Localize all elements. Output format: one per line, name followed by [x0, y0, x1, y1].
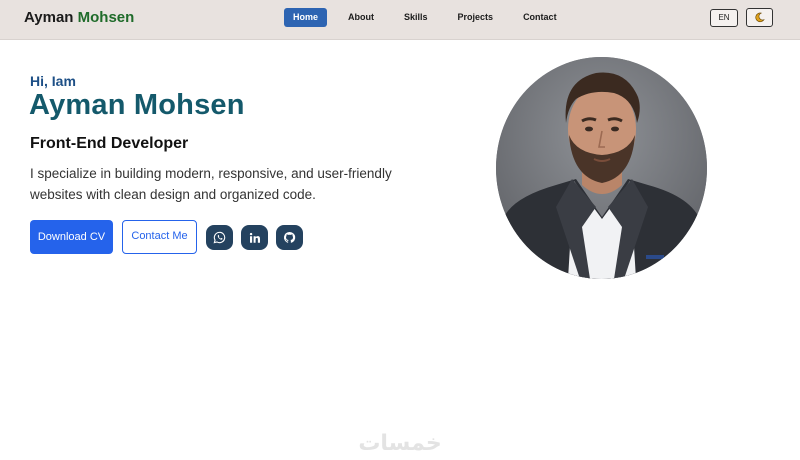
profile-photo: [496, 57, 707, 279]
linkedin-button[interactable]: [241, 225, 268, 250]
whatsapp-icon: [213, 231, 226, 244]
hero-name: Ayman Mohsen: [29, 89, 245, 121]
linkedin-icon: [249, 232, 260, 243]
nav-projects[interactable]: Projects: [449, 8, 503, 27]
nav-home[interactable]: Home: [284, 8, 328, 27]
whatsapp-button[interactable]: [206, 225, 233, 250]
moon-icon: [755, 12, 765, 23]
profile-photo-illustration: [496, 57, 707, 279]
nav-about[interactable]: About: [339, 8, 383, 27]
nav-skills[interactable]: Skills: [395, 8, 437, 27]
hero-bio: I specialize in building modern, respons…: [30, 166, 392, 202]
hero-role: Front-End Developer: [30, 135, 189, 152]
github-icon: [283, 231, 296, 243]
language-toggle-button[interactable]: EN: [710, 9, 738, 27]
site-header: Ayman Mohsen Home About Skills Projects …: [0, 0, 800, 40]
contact-me-button[interactable]: Contact Me: [122, 220, 197, 254]
hero-greeting: Hi, Iam: [30, 73, 76, 89]
nav-contact[interactable]: Contact: [514, 8, 566, 27]
main-nav: Home About Skills Projects Contact: [284, 8, 578, 27]
theme-toggle-button[interactable]: [746, 8, 773, 27]
watermark-logo: خمسات: [358, 430, 442, 455]
brand-logo[interactable]: Ayman Mohsen: [24, 9, 134, 26]
github-button[interactable]: [276, 225, 303, 250]
brand-first-name: Ayman: [24, 9, 74, 26]
brand-last-name: Mohsen: [77, 9, 135, 26]
download-cv-button[interactable]: Download CV: [30, 220, 113, 254]
